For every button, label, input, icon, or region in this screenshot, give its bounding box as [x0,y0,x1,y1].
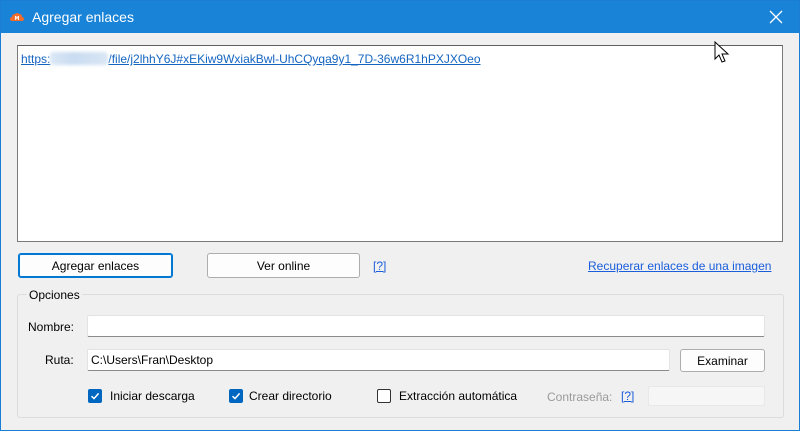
window-title: Agregar enlaces [32,9,134,25]
redacted-domain [50,52,109,65]
name-input[interactable] [87,315,765,337]
password-label: Contraseña: [547,390,613,404]
links-textarea[interactable]: https: /file/j2lhhY6J#xEKiw9WxiakBwl-UhCQ… [17,45,783,242]
link-entry[interactable]: https: /file/j2lhhY6J#xEKiw9WxiakBwl-UhCQ… [21,52,481,66]
password-help-link[interactable]: [?] [621,389,634,403]
start-download-label[interactable]: Iniciar descarga [110,389,195,403]
mouse-cursor-icon [714,41,730,63]
password-input[interactable] [648,386,765,406]
browse-button[interactable]: Examinar [680,349,765,372]
title-bar: M Agregar enlaces [1,1,799,33]
name-label: Nombre: [28,320,75,334]
link-suffix: /file/j2lhhY6J#xEKiw9WxiakBwl-UhCQyqa9y1… [108,52,481,66]
link-prefix: https: [21,52,51,66]
start-download-checkbox[interactable] [88,389,102,403]
path-input[interactable]: C:\Users\Fran\Desktop [87,349,670,371]
help-link[interactable]: [?] [373,259,386,273]
cloud-icon: M [8,8,26,26]
view-online-button[interactable]: Ver online [207,253,360,278]
add-links-button[interactable]: Agregar enlaces [18,253,173,278]
auto-extract-checkbox[interactable] [377,389,391,403]
checkmark-icon [231,392,241,400]
auto-extract-label[interactable]: Extracción automática [399,389,517,403]
create-directory-label[interactable]: Crear directorio [249,389,332,403]
close-icon [769,10,783,24]
checkmark-icon [90,392,100,400]
create-directory-checkbox[interactable] [229,389,243,403]
options-legend: Opciones [27,288,82,302]
close-button[interactable] [753,1,799,33]
recover-links-from-image-link[interactable]: Recuperar enlaces de una imagen [588,259,771,273]
path-label: Ruta: [45,353,74,367]
svg-text:M: M [15,16,20,22]
add-links-dialog: M Agregar enlaces https: /file/j2lhhY6J#x… [0,0,800,431]
